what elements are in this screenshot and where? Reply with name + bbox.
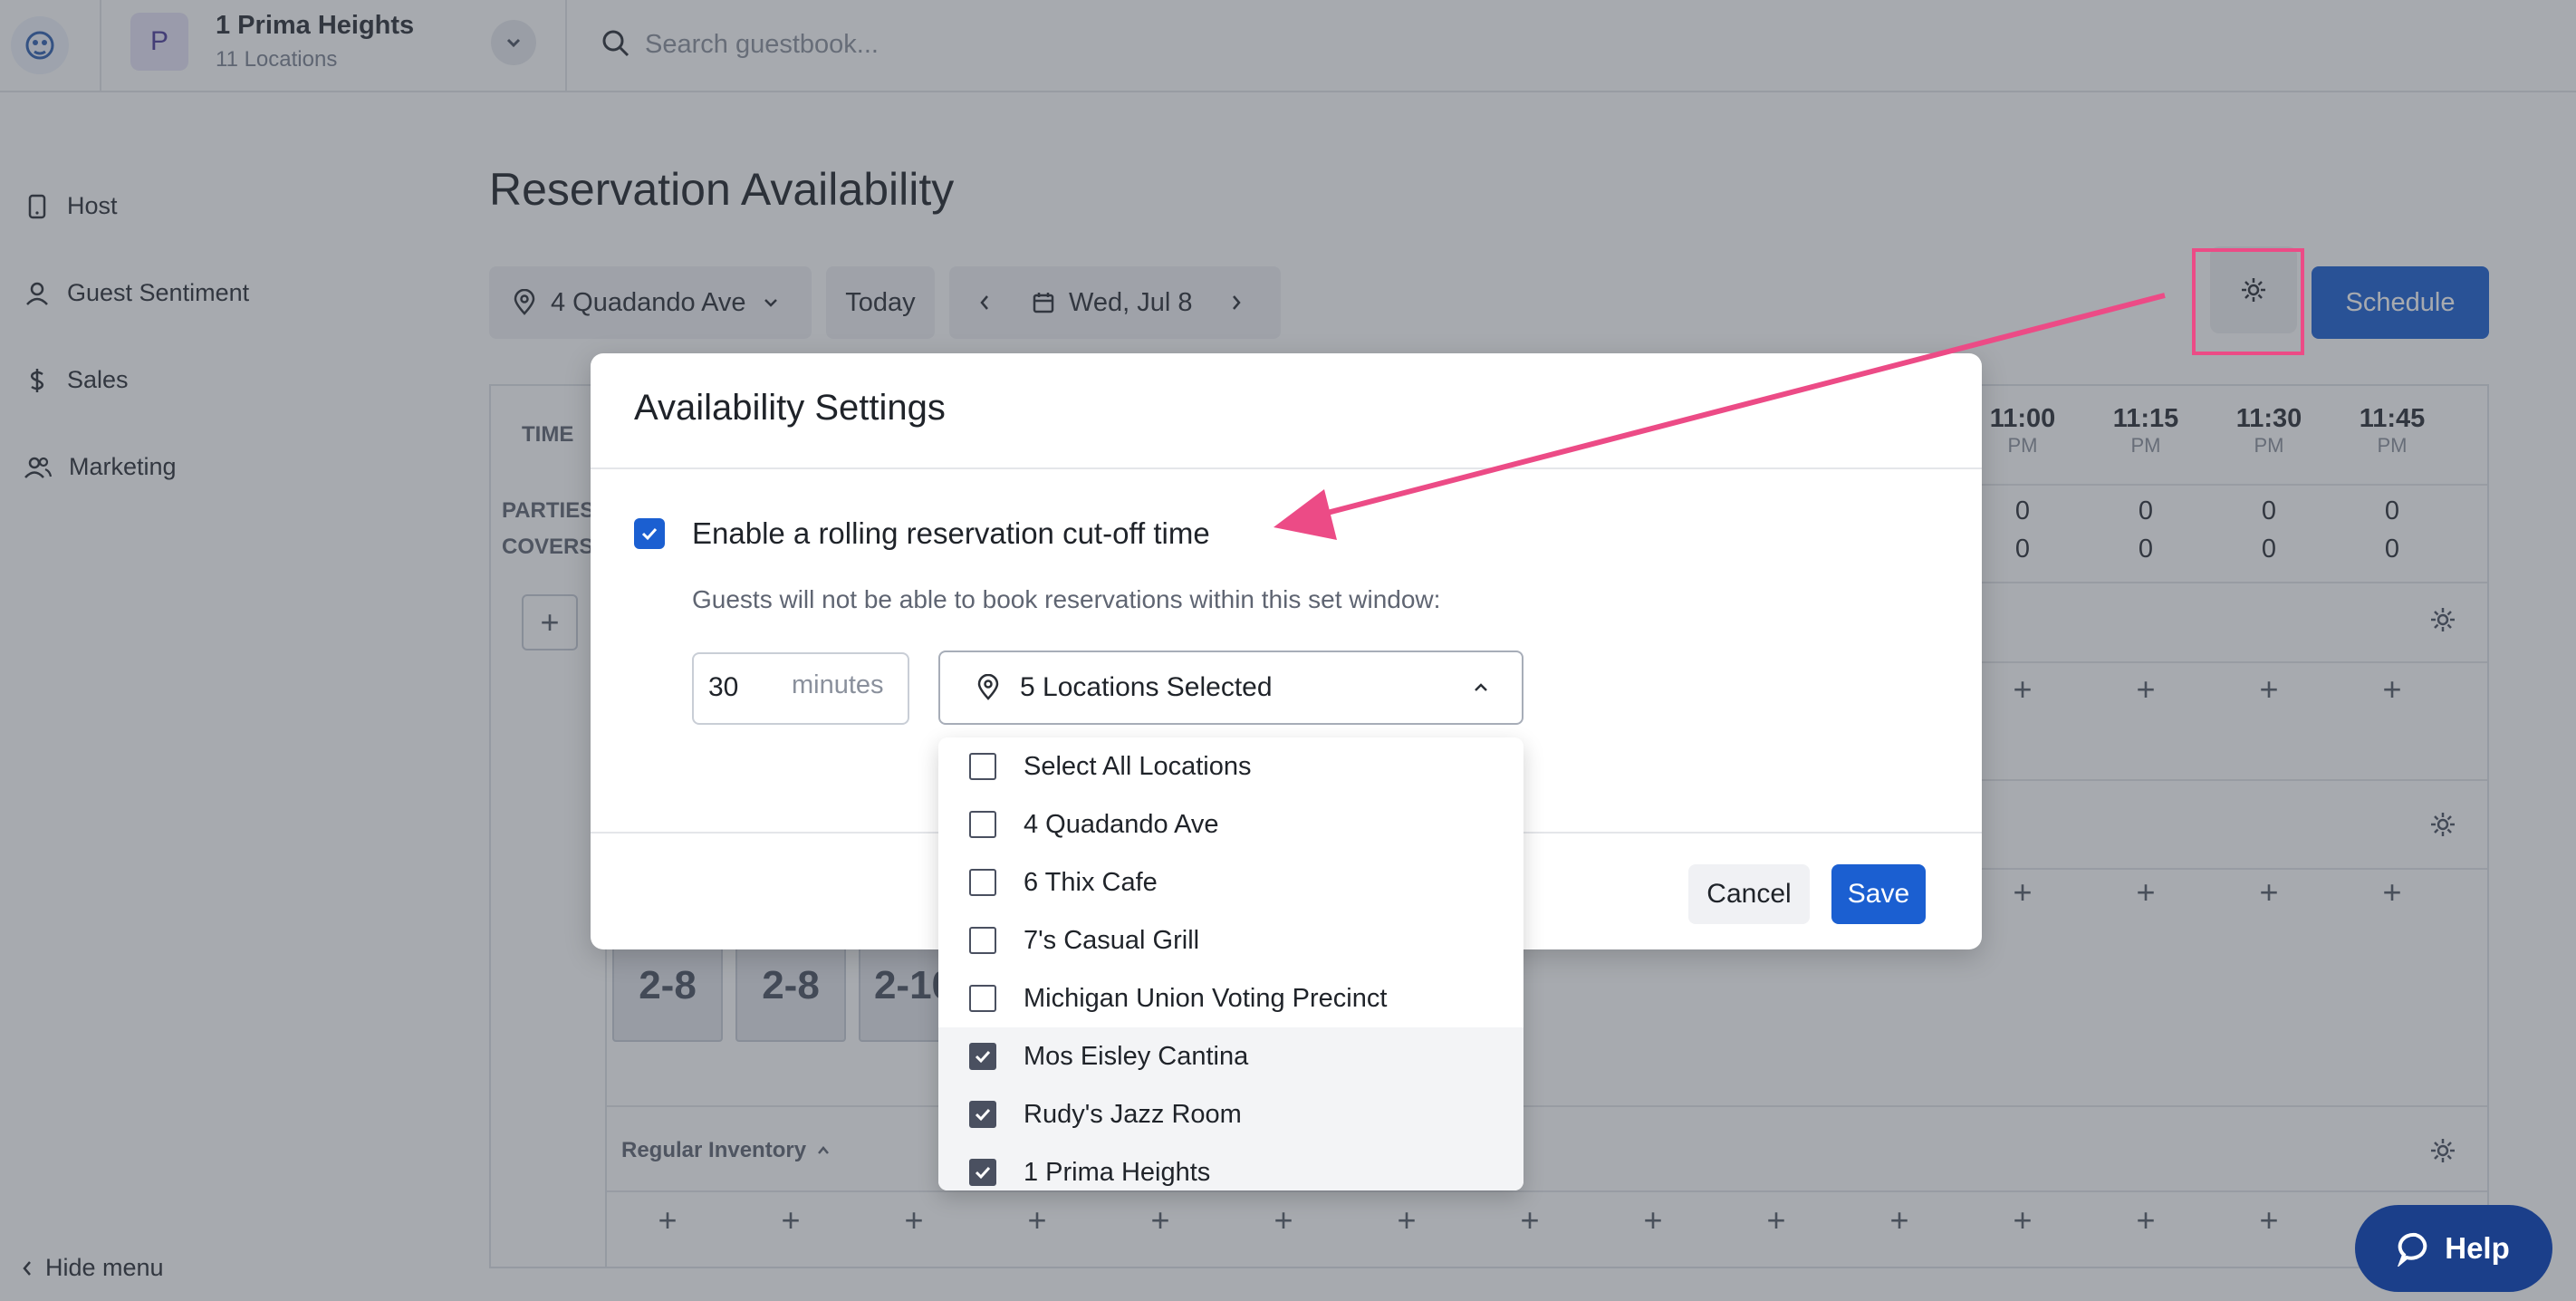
location-option-label: Michigan Union Voting Precinct [1024,983,1388,1013]
checkbox[interactable] [969,753,996,780]
location-option[interactable]: 6 Thix Cafe [938,853,1523,911]
save-button[interactable]: Save [1831,864,1926,924]
locations-multiselect[interactable]: 5 Locations Selected [938,650,1523,725]
location-option-label: 1 Prima Heights [1024,1157,1211,1187]
location-option[interactable]: Mos Eisley Cantina [938,1027,1523,1085]
check-icon [975,1050,991,1064]
chat-bubble-icon [2398,1232,2427,1267]
annotation-highlight-box [2192,248,2304,355]
location-option-label: Rudy's Jazz Room [1024,1099,1242,1129]
location-option[interactable]: Rudy's Jazz Room [938,1085,1523,1143]
location-option-label: Mos Eisley Cantina [1024,1041,1249,1071]
map-pin-icon [977,674,999,700]
check-icon [641,527,658,541]
locations-dropdown: Select All Locations 4 Quadando Ave 6 Th… [938,737,1523,1190]
checkbox[interactable] [969,1159,996,1186]
enable-cutoff-label[interactable]: Enable a rolling reservation cut-off tim… [692,516,1210,551]
help-label: Help [2445,1231,2510,1265]
location-option-label: 7's Casual Grill [1024,925,1200,955]
location-option[interactable]: 4 Quadando Ave [938,795,1523,853]
checkbox[interactable] [969,927,996,954]
checkbox[interactable] [969,811,996,838]
cutoff-help-text: Guests will not be able to book reservat… [692,585,1441,613]
check-icon [975,1108,991,1122]
modal-title: Availability Settings [634,388,946,428]
location-option-label: 4 Quadando Ave [1024,809,1219,839]
location-option-label: 6 Thix Cafe [1024,867,1158,897]
location-option[interactable]: 1 Prima Heights [938,1143,1523,1190]
location-option-label: Select All Locations [1024,751,1252,781]
divider [591,467,1982,469]
check-icon [975,1166,991,1180]
locations-selected-label: 5 Locations Selected [1020,672,1273,702]
checkbox[interactable] [969,985,996,1012]
location-option-select-all[interactable]: Select All Locations [938,737,1523,795]
minutes-value: 30 [708,672,739,702]
location-option[interactable]: 7's Casual Grill [938,911,1523,969]
location-option[interactable]: Michigan Union Voting Precinct [938,969,1523,1027]
minutes-input[interactable]: 30 minutes [692,652,909,725]
enable-cutoff-checkbox[interactable] [634,518,665,549]
help-button[interactable]: Help [2355,1205,2552,1292]
checkbox[interactable] [969,869,996,896]
minutes-unit: minutes [792,670,884,699]
chevron-up-icon [1475,683,1487,691]
cancel-button[interactable]: Cancel [1688,864,1810,924]
checkbox[interactable] [969,1101,996,1128]
checkbox[interactable] [969,1043,996,1070]
